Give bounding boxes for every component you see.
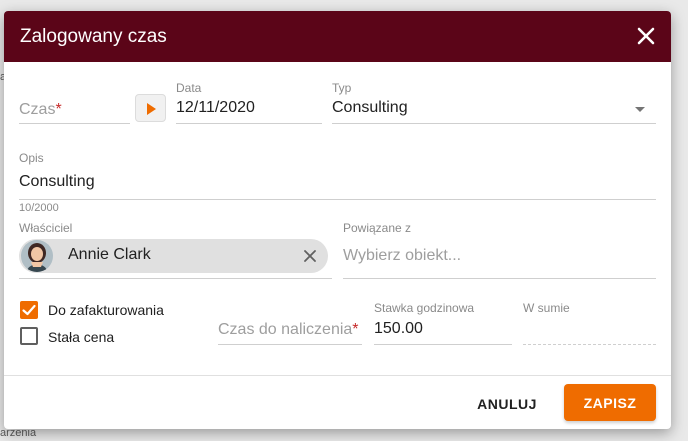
- stawka-underline: [374, 344, 512, 345]
- wlasciciel-label: Właściciel: [19, 221, 73, 235]
- opis-input[interactable]: Consulting: [19, 173, 95, 191]
- save-button[interactable]: ZAPISZ: [564, 384, 656, 421]
- typ-underline: [332, 123, 656, 124]
- data-field[interactable]: 12/11/2020: [176, 99, 255, 117]
- powiazane-label: Powiązane z: [343, 221, 412, 235]
- czas-do-naliczenia-field[interactable]: Czas do naliczenia*: [218, 321, 359, 339]
- remove-owner-icon[interactable]: [302, 248, 318, 264]
- avatar: [21, 240, 53, 272]
- start-timer-button[interactable]: [135, 94, 166, 122]
- w-sumie-label: W sumie: [523, 301, 570, 315]
- powiazane-underline: [343, 278, 656, 279]
- powiazane-input[interactable]: Wybierz obiekt...: [343, 247, 461, 265]
- do-zafakturowania-label: Do zafakturowania: [48, 302, 164, 318]
- owner-name: Annie Clark: [68, 246, 151, 263]
- dialog-title: Zalogowany czas: [20, 26, 167, 47]
- wlasciciel-underline: [19, 278, 332, 279]
- check-icon: [22, 304, 36, 316]
- typ-label: Typ: [332, 81, 352, 95]
- data-label: Data: [176, 81, 202, 95]
- footer-divider: [4, 375, 671, 376]
- data-underline: [176, 123, 322, 124]
- close-icon[interactable]: [635, 25, 657, 47]
- stawka-input[interactable]: 150.00: [374, 320, 423, 338]
- stala-cena-checkbox[interactable]: [20, 327, 38, 345]
- typ-select[interactable]: Consulting: [332, 99, 408, 117]
- w-sumie-underline: [523, 344, 656, 345]
- cancel-button[interactable]: ANULUJ: [466, 388, 548, 420]
- do-zafakturowania-checkbox[interactable]: [20, 301, 38, 319]
- chevron-down-icon[interactable]: [635, 107, 645, 112]
- dialog-header: Zalogowany czas: [4, 11, 671, 62]
- opis-underline: [19, 199, 656, 200]
- opis-counter: 10/2000: [19, 202, 59, 214]
- opis-label: Opis: [19, 151, 44, 165]
- czas-field[interactable]: Czas*: [19, 101, 62, 119]
- owner-chip[interactable]: Annie Clark: [19, 239, 328, 273]
- stala-cena-label: Stała cena: [48, 329, 115, 345]
- play-icon: [147, 103, 156, 115]
- logged-time-dialog: Zalogowany czas Czas* Data 12/11/2020 Ty…: [4, 11, 671, 429]
- czas-underline: [19, 123, 130, 124]
- czas-do-naliczenia-underline: [218, 344, 362, 345]
- stawka-label: Stawka godzinowa: [374, 301, 475, 315]
